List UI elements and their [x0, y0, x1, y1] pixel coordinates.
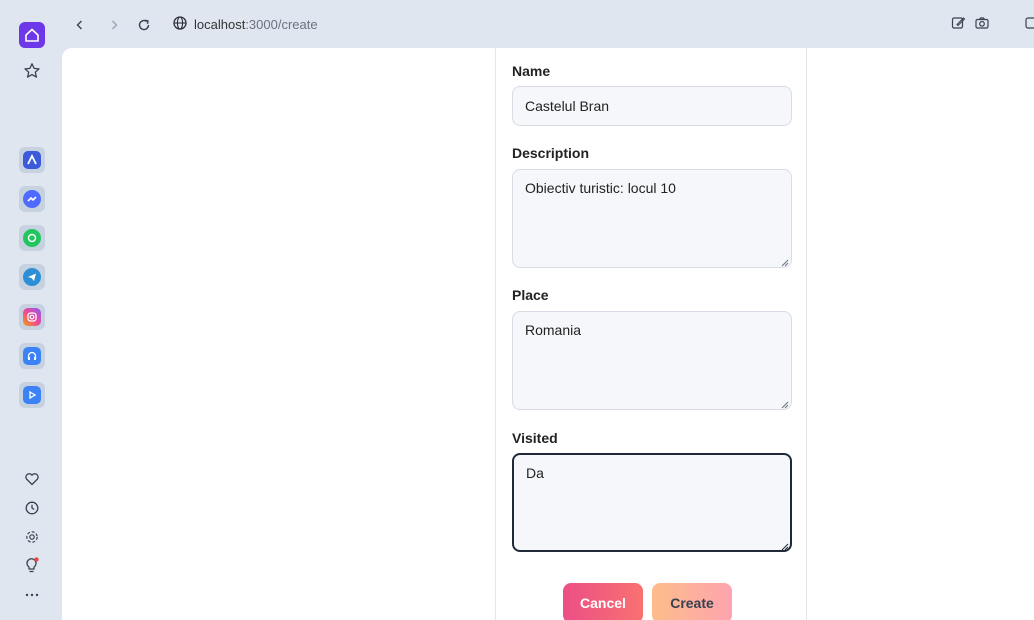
- headphones-icon: [23, 347, 41, 365]
- forward-button[interactable]: [104, 15, 124, 35]
- reload-button[interactable]: [134, 15, 154, 35]
- messenger-icon: [23, 190, 41, 208]
- whatsapp-icon: [23, 229, 41, 247]
- lightbulb-icon: [26, 557, 39, 573]
- home-icon: [25, 28, 39, 42]
- browser-sidebar: [0, 0, 62, 620]
- resize-grip-icon[interactable]: [781, 401, 789, 409]
- description-textarea[interactable]: [512, 169, 792, 268]
- page-content: Name Description Place Visited Cancel Cr…: [62, 48, 1034, 620]
- resize-grip-icon[interactable]: [781, 543, 789, 551]
- url-host: localhost: [194, 17, 246, 32]
- visited-label: Visited: [512, 430, 558, 446]
- chevron-left-icon: [76, 20, 82, 30]
- heart-icon: [25, 473, 39, 486]
- screenshot-button[interactable]: [974, 15, 990, 36]
- visited-textarea[interactable]: [512, 453, 792, 552]
- telegram-icon: [23, 268, 41, 286]
- place-label: Place: [512, 287, 549, 303]
- browser-window: localhost:3000/create Name Description P…: [0, 0, 1034, 620]
- edit-icon: [951, 17, 966, 29]
- sidebar-app-1[interactable]: [19, 147, 45, 173]
- reload-icon: [138, 19, 150, 31]
- address-bar[interactable]: localhost:3000/create: [194, 17, 318, 32]
- sidebar-app-headphones[interactable]: [19, 343, 45, 369]
- cancel-button[interactable]: Cancel: [563, 583, 643, 620]
- name-input[interactable]: [512, 86, 792, 126]
- clock-icon: [25, 501, 39, 515]
- favorites-button[interactable]: [19, 58, 45, 84]
- globe-icon: [173, 16, 187, 30]
- sidebar-app-telegram[interactable]: [19, 264, 45, 290]
- instagram-icon: [23, 308, 41, 326]
- url-path: :3000/create: [245, 17, 318, 32]
- back-button[interactable]: [70, 15, 90, 35]
- description-label: Description: [512, 145, 590, 161]
- settings-button[interactable]: [19, 524, 45, 550]
- history-button[interactable]: [19, 495, 45, 521]
- create-form: Name Description Place Visited Cancel Cr…: [495, 48, 807, 620]
- sidebar-app-messenger[interactable]: [19, 186, 45, 212]
- more-button[interactable]: [19, 582, 45, 608]
- resize-grip-icon[interactable]: [781, 259, 789, 267]
- edit-page-button[interactable]: [950, 15, 966, 36]
- place-textarea[interactable]: [512, 311, 792, 410]
- more-dots-icon: [25, 593, 39, 597]
- tips-button[interactable]: [19, 552, 45, 578]
- star-icon: [24, 63, 40, 78]
- sidebar-app-player[interactable]: [19, 382, 45, 408]
- home-button[interactable]: [19, 22, 45, 48]
- site-info-button[interactable]: [172, 15, 188, 36]
- sidebar-app-instagram[interactable]: [19, 304, 45, 330]
- sidebar-app-whatsapp[interactable]: [19, 225, 45, 251]
- gear-icon: [26, 531, 38, 543]
- browser-toolbar: localhost:3000/create: [62, 0, 1034, 48]
- create-button[interactable]: Create: [652, 583, 732, 620]
- camera-icon: [975, 17, 989, 29]
- name-label: Name: [512, 63, 551, 79]
- extension-icon: [1025, 17, 1034, 29]
- extension-button[interactable]: [1024, 15, 1034, 36]
- player-icon: [23, 386, 41, 404]
- favorites-heart-button[interactable]: [19, 466, 45, 492]
- app-icon-1: [23, 151, 41, 169]
- chevron-right-icon: [112, 20, 118, 30]
